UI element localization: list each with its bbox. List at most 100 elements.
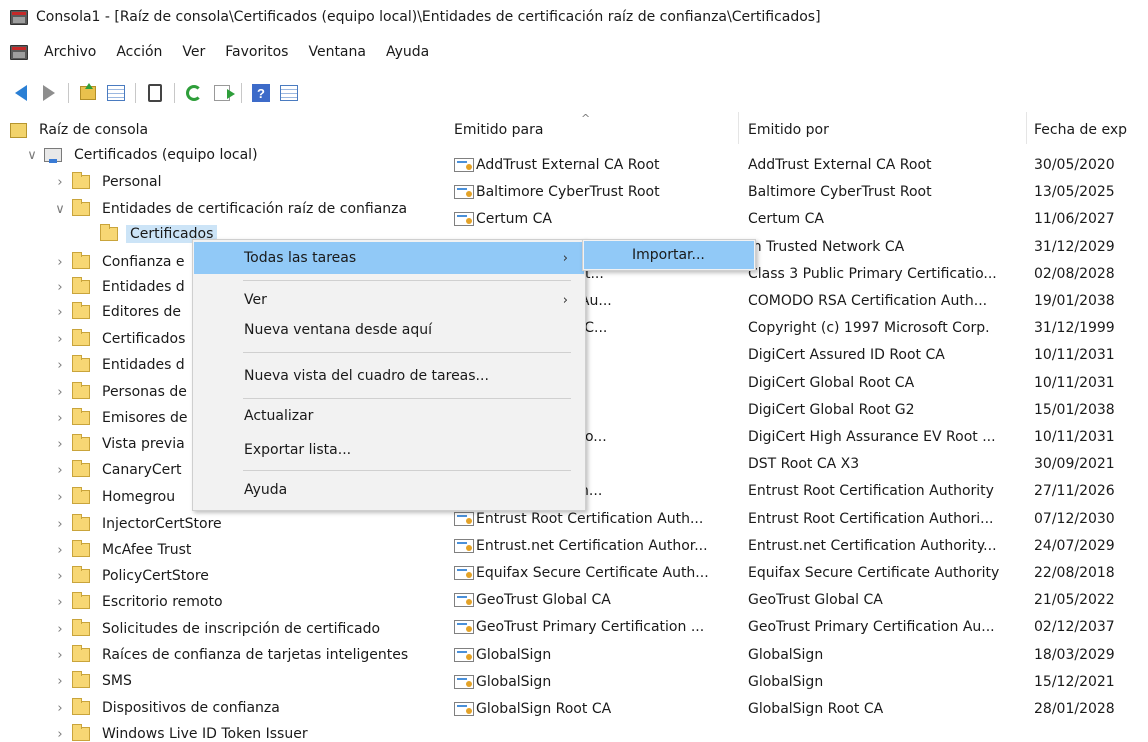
expander-icon[interactable]: ›: [54, 490, 66, 505]
forward-button[interactable]: [38, 82, 60, 104]
expander-icon[interactable]: ›: [54, 701, 66, 716]
expander-icon[interactable]: ∨: [26, 148, 38, 163]
column-header-issued-to[interactable]: Emitido para: [454, 122, 543, 138]
table-row[interactable]: GeoTrust Primary Certification ... GeoTru…: [440, 614, 1148, 642]
expander-icon[interactable]: ∨: [54, 202, 66, 217]
certificate-icon: [454, 158, 474, 172]
tree-item-smart-card-roots[interactable]: › Raíces de confianza de tarjetas inteli…: [54, 643, 412, 667]
table-row[interactable]: GlobalSign GlobalSign 18/03/2029: [440, 642, 1148, 670]
expander-icon[interactable]: ›: [54, 517, 66, 532]
expander-icon[interactable]: ›: [54, 175, 66, 190]
table-row[interactable]: Baltimore CyberTrust Root Baltimore Cyber…: [440, 179, 1148, 207]
cell-expiration: 15/12/2021: [1034, 673, 1115, 690]
show-action-pane-button[interactable]: [278, 82, 300, 104]
menu-item-export-list[interactable]: Exportar lista...: [194, 434, 584, 466]
tree-item-third-party-root-ca[interactable]: › Entidades d: [54, 353, 189, 377]
tree-item-enterprise-trust[interactable]: › Confianza e: [54, 250, 188, 274]
menu-item-import[interactable]: Importar...: [584, 241, 754, 269]
cell-expiration: 28/01/2028: [1034, 701, 1115, 717]
window-title: Consola1 - [Raíz de consola\Certificados…: [36, 9, 821, 25]
expander-icon[interactable]: ›: [54, 648, 66, 663]
tree-item-injector-cert-store[interactable]: › InjectorCertStore: [54, 512, 226, 536]
tree-item-label: Solicitudes de inscripción de certificad…: [102, 621, 381, 637]
expander-icon[interactable]: ›: [54, 437, 66, 452]
table-row[interactable]: GlobalSign GlobalSign 15/12/2021: [440, 669, 1148, 697]
expander-icon[interactable]: ›: [54, 727, 66, 742]
tree-item-client-auth-issuers[interactable]: › Emisores de: [54, 406, 192, 430]
expander-icon[interactable]: ›: [54, 463, 66, 478]
tree-item-enrollment-requests[interactable]: › Solicitudes de inscripción de certific…: [54, 617, 384, 641]
menu-ayuda[interactable]: Ayuda: [386, 44, 429, 60]
tree-item-canary-cert-store[interactable]: › CanaryCert: [54, 458, 185, 482]
menu-item-all-tasks[interactable]: Todas las tareas ›: [194, 242, 584, 274]
folder-icon: [72, 592, 90, 609]
expander-icon[interactable]: ›: [54, 332, 66, 347]
certificate-icon: [454, 674, 474, 689]
table-row[interactable]: GeoTrust Global CA GeoTrust Global CA 21/0…: [440, 587, 1148, 615]
certificate-icon: [454, 647, 474, 662]
table-row[interactable]: Equifax Secure Certificate Auth... Equifa…: [440, 560, 1148, 588]
tree-item-policy-cert-store[interactable]: › PolicyCertStore: [54, 564, 213, 588]
back-button[interactable]: [10, 82, 32, 104]
tree-item-certificates-local[interactable]: ∨ Certificados (equipo local): [26, 143, 262, 167]
table-row[interactable]: GlobalSign Root CA GlobalSign Root CA 28/0…: [440, 696, 1148, 724]
expander-icon[interactable]: ›: [54, 358, 66, 373]
menu-ventana[interactable]: Ventana: [308, 44, 366, 60]
tree-item-mcafee-trust[interactable]: › McAfee Trust: [54, 538, 195, 562]
tree-item-console-root[interactable]: Raíz de consola: [10, 118, 152, 142]
system-menu-icon[interactable]: [10, 44, 28, 60]
column-header-issued-by[interactable]: Emitido por: [748, 122, 829, 138]
tree-item-preview-build-roots[interactable]: › Vista previa: [54, 432, 189, 456]
certificate-icon: [454, 593, 474, 608]
tree-item-trusted-root-ca[interactable]: ∨ Entidades de certificación raíz de con…: [54, 197, 411, 221]
tree-item-intermediate-ca[interactable]: › Entidades d: [54, 275, 189, 299]
tree-item-trusted-people[interactable]: › Personas de: [54, 380, 191, 404]
expander-icon[interactable]: ›: [54, 411, 66, 426]
menu-item-new-taskpad-view[interactable]: Nueva vista del cuadro de tareas...: [194, 360, 584, 392]
expander-icon[interactable]: ›: [54, 622, 66, 637]
menu-item-help[interactable]: Ayuda: [194, 474, 584, 506]
tree-item-homegroup[interactable]: › Homegrou: [54, 485, 179, 509]
menu-accion[interactable]: Acción: [116, 44, 162, 60]
expander-icon[interactable]: ›: [54, 674, 66, 689]
help-button[interactable]: ?: [250, 82, 272, 104]
menu-item-refresh[interactable]: Actualizar: [194, 400, 584, 432]
menu-archivo[interactable]: Archivo: [44, 44, 96, 60]
cell-issued-by: GeoTrust Primary Certification Au...: [748, 619, 995, 636]
export-list-button[interactable]: [211, 82, 235, 104]
expander-icon[interactable]: ›: [54, 280, 66, 295]
expander-icon[interactable]: ›: [54, 595, 66, 610]
folder-icon: [72, 434, 90, 451]
table-row[interactable]: AddTrust External CA Root AddTrust Extern…: [440, 152, 1148, 180]
expander-icon[interactable]: ›: [54, 543, 66, 558]
folder-icon: [100, 224, 118, 241]
tree-item-trusted-publishers[interactable]: › Editores de: [54, 300, 185, 324]
menu-ver[interactable]: Ver: [182, 44, 205, 60]
show-hide-tree-button[interactable]: [105, 82, 127, 104]
tree-item-untrusted-certificates[interactable]: › Certificados: [54, 327, 189, 351]
expander-icon[interactable]: ›: [54, 569, 66, 584]
cell-issued-by: GlobalSign Root CA: [748, 701, 884, 717]
menu-separator: [243, 470, 571, 471]
menu-favoritos[interactable]: Favoritos: [225, 44, 288, 60]
expander-icon[interactable]: ›: [54, 255, 66, 270]
paste-button[interactable]: [144, 82, 166, 104]
tree-item-windows-live-id[interactable]: › Windows Live ID Token Issuer: [54, 722, 312, 742]
column-divider[interactable]: [1026, 112, 1027, 144]
menu-item-new-window[interactable]: Nueva ventana desde aquí: [194, 314, 584, 346]
tree-item-remote-desktop[interactable]: › Escritorio remoto: [54, 590, 227, 614]
expander-icon[interactable]: ›: [54, 385, 66, 400]
expander-icon[interactable]: ›: [54, 305, 66, 320]
tree-item-label: Raíz de consola: [39, 122, 149, 138]
tree-item-trusted-devices[interactable]: › Dispositivos de confianza: [54, 696, 284, 720]
table-row[interactable]: Certum CA Certum CA 11/06/2027: [440, 206, 1148, 234]
table-row[interactable]: Entrust.net Certification Author... Entru…: [440, 533, 1148, 561]
menu-item-view[interactable]: Ver ›: [194, 284, 584, 316]
up-one-level-button[interactable]: [77, 82, 99, 104]
column-header-expiration[interactable]: Fecha de exp: [1034, 122, 1127, 138]
column-divider[interactable]: [738, 112, 739, 144]
folder-icon: [72, 671, 90, 688]
tree-item-personal[interactable]: › Personal: [54, 170, 166, 194]
tree-item-sms[interactable]: › SMS: [54, 669, 136, 693]
refresh-button[interactable]: [183, 82, 205, 104]
